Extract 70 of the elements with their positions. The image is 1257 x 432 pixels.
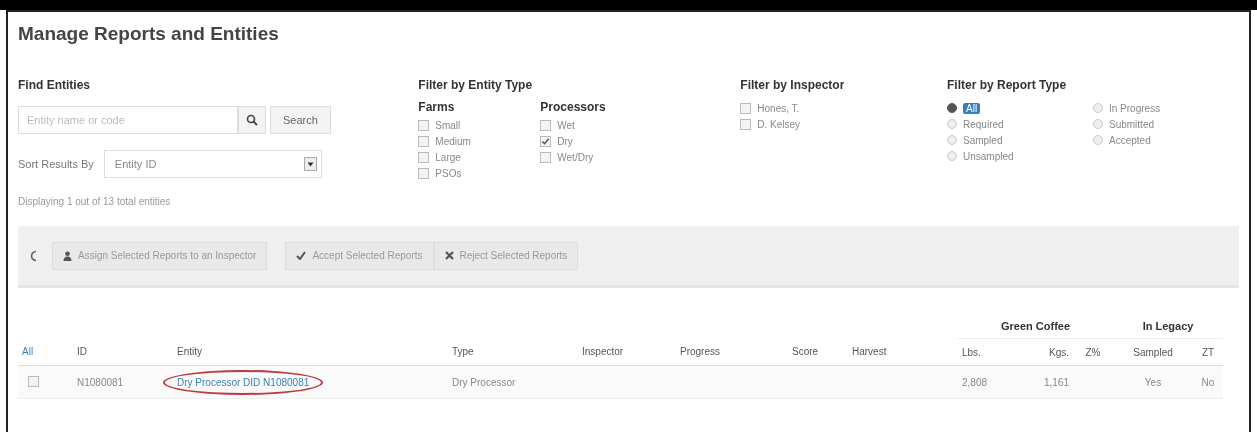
- group-heading: Processors: [540, 100, 607, 114]
- search-icon-button[interactable]: [238, 106, 266, 134]
- results-summary: Displaying 1 out of 13 total entities: [18, 196, 172, 208]
- checkbox[interactable]: [418, 135, 430, 147]
- radio-label: Submitted: [1109, 118, 1155, 130]
- checkbox[interactable]: [418, 119, 430, 131]
- section-heading: Filter by Entity Type: [418, 78, 534, 92]
- checkbox[interactable]: [28, 375, 39, 387]
- checkbox[interactable]: [740, 118, 752, 130]
- page-title: Manage Reports and Entities: [18, 22, 280, 46]
- person-icon: [63, 250, 72, 261]
- checkbox-label: PSOs: [435, 167, 462, 179]
- column-header: ID: [77, 346, 87, 358]
- column-header: Kgs.: [1049, 346, 1069, 358]
- checkbox-label: Medium: [435, 135, 471, 147]
- column-header: ZT: [1201, 346, 1215, 358]
- radio-label: Sampled: [963, 134, 1003, 146]
- radio-label: Unsampled: [963, 150, 1014, 162]
- sort-dropdown[interactable]: Entity ID: [103, 150, 322, 178]
- select-all-link[interactable]: All: [22, 346, 34, 358]
- table-cell: 1,161: [1043, 376, 1069, 388]
- sort-label: Sort Results By: [18, 158, 94, 170]
- checkbox[interactable]: [418, 167, 430, 179]
- checkbox-label: Dry: [557, 135, 573, 147]
- table-cell: N1080081: [77, 376, 124, 388]
- column-header: Entity: [177, 346, 202, 358]
- radio-label: Accepted: [1109, 134, 1151, 146]
- column-header: Harvest: [852, 346, 887, 358]
- checkbox[interactable]: [540, 119, 552, 131]
- checkbox-label: Wet/Dry: [557, 151, 594, 163]
- checkbox[interactable]: [540, 135, 552, 147]
- table-cell: Yes: [1144, 376, 1162, 388]
- radio-label: All: [963, 102, 981, 114]
- checkbox[interactable]: [540, 151, 552, 163]
- checkbox[interactable]: [740, 102, 752, 114]
- section-heading: Filter by Inspector: [740, 78, 846, 92]
- radio-label: Required: [963, 118, 1004, 130]
- checkbox-label: Large: [435, 151, 461, 163]
- table-cell: Dry Processor: [452, 376, 516, 388]
- checkbox[interactable]: [418, 151, 430, 163]
- close-icon: [444, 251, 454, 260]
- search-field[interactable]: Entity name or code: [18, 106, 238, 134]
- checkbox-label: D. Kelsey: [757, 118, 801, 130]
- check-icon: [296, 251, 307, 260]
- section-heading: Filter by Report Type: [947, 78, 1068, 92]
- column-header: Inspector: [582, 346, 624, 358]
- table-cell: No: [1201, 376, 1215, 388]
- table-cell: 2,808: [962, 376, 988, 388]
- column-header: Lbs.: [962, 346, 981, 358]
- column-header: Sampled: [1133, 346, 1173, 358]
- radio-button[interactable]: [947, 103, 957, 113]
- action-button[interactable]: Accept Selected Reports: [285, 241, 434, 270]
- action-button[interactable]: Assign Selected Reports to an Inspector: [52, 241, 268, 270]
- radio-label: In Progress: [1109, 102, 1161, 114]
- column-header: Z%: [1085, 346, 1101, 358]
- checkbox-label: Hones, T.: [757, 102, 800, 114]
- column-group-header: In Legacy: [1113, 302, 1223, 339]
- column-group-header: Green Coffee: [958, 302, 1113, 339]
- column-header: Type: [452, 346, 474, 358]
- column-header: Progress: [680, 346, 720, 358]
- section-heading: Find Entities: [18, 78, 91, 92]
- search-icon: [246, 114, 258, 126]
- search-button[interactable]: Search: [270, 106, 331, 134]
- action-button[interactable]: Reject Selected Reports: [433, 241, 579, 270]
- group-heading: Farms: [418, 100, 456, 114]
- checkbox-label: Wet: [557, 119, 575, 131]
- caret-icon: [303, 157, 317, 171]
- checkbox-label: Small: [435, 119, 461, 131]
- entity-link[interactable]: Dry Processor DID N1080081: [177, 376, 310, 388]
- column-header: Score: [792, 346, 819, 358]
